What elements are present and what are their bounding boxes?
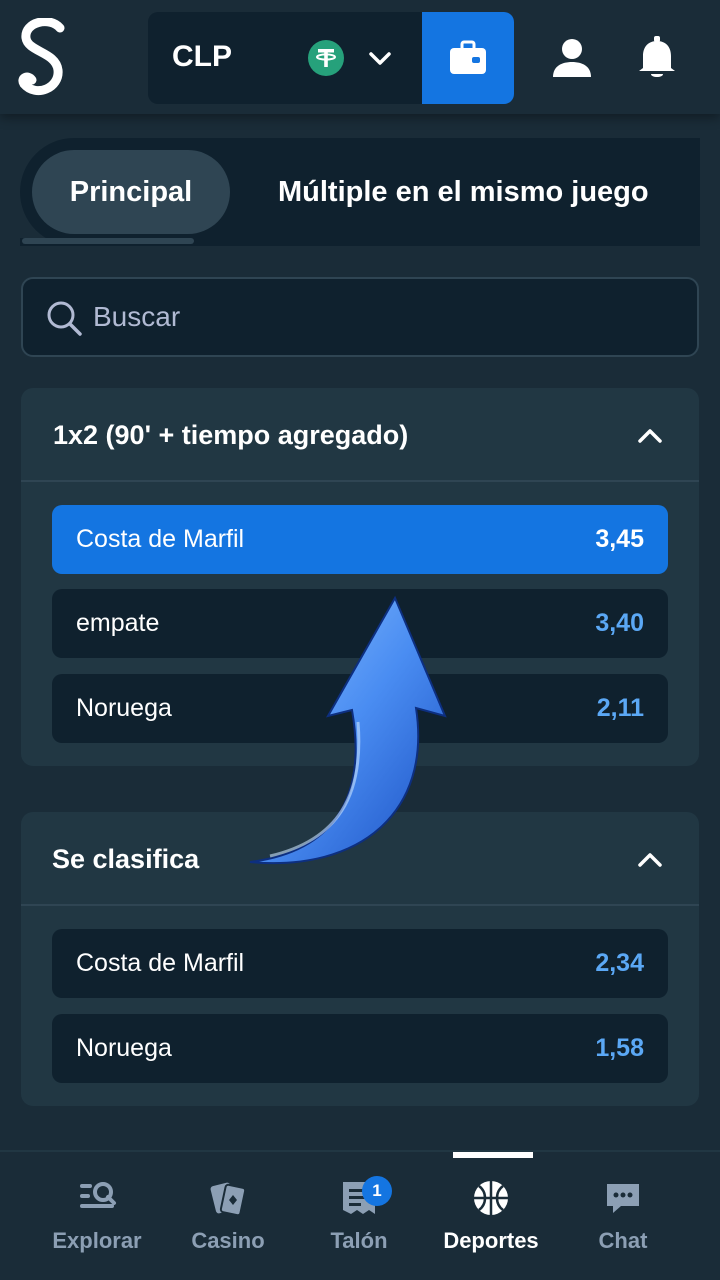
nav-label: Deportes — [443, 1228, 539, 1253]
basketball-icon — [474, 1181, 508, 1215]
betslip-count-badge: 1 — [362, 1176, 392, 1206]
outcome-button[interactable]: empate 3,40 — [52, 589, 668, 658]
bell-icon[interactable] — [634, 34, 680, 80]
user-icon[interactable] — [550, 36, 594, 80]
chevron-down-icon[interactable] — [366, 44, 394, 72]
chevron-up-icon[interactable] — [635, 421, 665, 451]
tab-principal[interactable]: Principal — [32, 150, 230, 234]
search-input[interactable] — [93, 279, 673, 355]
market-card-1x2: 1x2 (90' + tiempo agregado) Costa de Mar… — [21, 388, 699, 766]
search-icon — [47, 301, 82, 336]
outcome-name: Costa de Marfil — [76, 949, 245, 977]
nav-talon[interactable]: 1 Talón — [294, 1152, 424, 1280]
outcome-name: Noruega — [76, 694, 172, 722]
market-header[interactable]: 1x2 (90' + tiempo agregado) — [21, 388, 699, 482]
tether-icon — [308, 40, 344, 76]
outcome-odds: 1,58 — [595, 1034, 644, 1062]
tab-multiple-same-game[interactable]: Múltiple en el mismo juego — [278, 150, 649, 234]
nav-label: Casino — [191, 1228, 265, 1253]
wallet-icon — [450, 40, 486, 74]
market-tabs: Principal Múltiple en el mismo juego — [20, 138, 700, 246]
chevron-up-icon[interactable] — [635, 845, 665, 875]
outcome-button[interactable]: Noruega 1,58 — [52, 1014, 668, 1083]
nav-label: Chat — [598, 1228, 648, 1253]
outcome-button[interactable]: Noruega 2,11 — [52, 674, 668, 743]
outcome-odds: 3,45 — [595, 525, 644, 553]
top-header: CLP — [0, 0, 720, 114]
outcome-odds: 3,40 — [595, 609, 644, 637]
nav-casino[interactable]: Casino — [163, 1152, 293, 1280]
market-title: Se clasifica — [52, 843, 200, 874]
wallet-selector[interactable]: CLP — [148, 12, 514, 104]
search-box — [21, 277, 699, 357]
outcome-odds: 2,11 — [596, 694, 644, 722]
wallet-button[interactable] — [422, 12, 514, 104]
outcome-button[interactable]: Costa de Marfil 2,34 — [52, 929, 668, 998]
market-title: 1x2 (90' + tiempo agregado) — [53, 419, 409, 450]
nav-deportes[interactable]: Deportes — [426, 1152, 556, 1280]
market-card-qualify: Se clasifica Costa de Marfil 2,34 Norueg… — [21, 812, 699, 1106]
outcome-name: Costa de Marfil — [76, 525, 245, 553]
outcome-button[interactable]: Costa de Marfil 3,45 — [52, 505, 668, 574]
chat-icon — [607, 1184, 639, 1213]
bottom-nav: Explorar Casino 1 Talón Deportes Chat — [0, 1150, 720, 1280]
cards-icon — [210, 1182, 247, 1217]
outcome-name: empate — [76, 609, 160, 637]
nav-label: Talón — [330, 1228, 388, 1253]
nav-explorar[interactable]: Explorar — [32, 1152, 162, 1280]
market-header[interactable]: Se clasifica — [21, 812, 699, 906]
explore-icon — [80, 1182, 116, 1208]
outcome-odds: 2,34 — [595, 949, 644, 977]
nav-chat[interactable]: Chat — [558, 1152, 688, 1280]
nav-label: Explorar — [52, 1228, 142, 1253]
currency-label[interactable]: CLP — [172, 40, 232, 74]
outcome-name: Noruega — [76, 1034, 172, 1062]
tab-scroll-indicator[interactable] — [22, 238, 194, 244]
logo-icon[interactable] — [16, 18, 74, 98]
